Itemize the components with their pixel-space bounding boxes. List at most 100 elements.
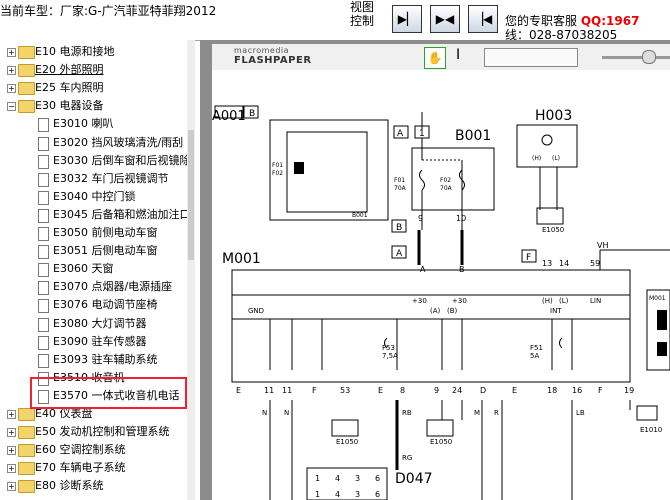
pin-label: 24 bbox=[452, 386, 462, 395]
flashpaper-viewer: macromedia FLASHPAPER ✋ I A001 B F01 F02… bbox=[200, 40, 670, 500]
tree-item[interactable]: + E70 车辆电子系统 bbox=[0, 459, 187, 477]
label-h003: H003 bbox=[535, 108, 572, 124]
tree-item-label: E3020 挡风玻璃清洗/雨刮 bbox=[53, 135, 184, 149]
text-cursor-icon[interactable]: I bbox=[456, 47, 460, 63]
document-icon bbox=[38, 227, 49, 241]
fit-page-button[interactable]: ▶◀ bbox=[430, 5, 460, 33]
tree-item-label: E3040 中控门锁 bbox=[53, 189, 136, 203]
document-icon bbox=[38, 263, 49, 278]
tree-item[interactable]: + E25 车内照明 bbox=[0, 79, 187, 97]
expand-toggle-icon[interactable]: + bbox=[7, 464, 16, 474]
tree-item[interactable]: E3050 前侧电动车窗 bbox=[0, 224, 187, 242]
document-icon bbox=[38, 172, 49, 187]
expand-toggle-icon[interactable]: + bbox=[7, 482, 16, 492]
wiring-diagram-page: A001 B F01 F02 B001 1 A B001 F01 70A F02… bbox=[212, 70, 670, 500]
expand-toggle-icon[interactable]: + bbox=[7, 66, 16, 76]
expand-toggle-icon[interactable]: + bbox=[7, 410, 16, 419]
tree-item[interactable]: − E30 电器设备 bbox=[0, 97, 187, 115]
tree-scroll-thumb[interactable] bbox=[188, 130, 194, 260]
pin-label: 3 bbox=[355, 490, 360, 499]
tree-item[interactable]: E3070 点烟器/电源插座 bbox=[0, 278, 187, 296]
document-icon bbox=[38, 136, 49, 151]
folder-icon bbox=[18, 426, 35, 440]
prev-page-button[interactable]: ▕◀ bbox=[468, 5, 498, 33]
arrow-left-icon: ▕◀ bbox=[473, 12, 493, 26]
arrow-right-icon: ▶▏ bbox=[397, 12, 417, 26]
tree-item[interactable]: + E80 诊断系统 bbox=[0, 477, 187, 495]
pin-label: B bbox=[249, 109, 255, 119]
tree-item[interactable]: E3020 挡风玻璃清洗/雨刮 bbox=[0, 134, 187, 152]
expand-toggle-icon[interactable]: + bbox=[7, 428, 16, 438]
tree-item-label: E3050 前侧电动车窗 bbox=[53, 226, 158, 239]
pin-label: 1 bbox=[315, 474, 320, 483]
expand-toggle-icon[interactable]: − bbox=[7, 102, 16, 112]
expand-toggle-icon[interactable]: + bbox=[7, 446, 16, 456]
tree-item[interactable]: + E60 空调控制系统 bbox=[0, 441, 187, 459]
label-f02-amp: 70A bbox=[440, 185, 453, 192]
label-e1050-top: E1050 bbox=[542, 226, 564, 234]
flashpaper-toolbar: macromedia FLASHPAPER ✋ I bbox=[212, 44, 670, 71]
tree-item[interactable]: E3040 中控门锁 bbox=[0, 188, 187, 206]
folder-icon bbox=[18, 64, 35, 78]
wire-r: R bbox=[494, 409, 499, 417]
pin-label: E bbox=[378, 386, 383, 395]
pin-label: B bbox=[459, 265, 465, 274]
tree-item[interactable]: E3060 天窗 bbox=[0, 260, 187, 278]
tree-item[interactable]: + E10 电源和接地 bbox=[0, 43, 187, 61]
wire-n: N bbox=[262, 409, 267, 417]
pin-label: 53 bbox=[340, 386, 350, 395]
wiring-diagram: A001 B F01 F02 B001 1 A B001 F01 70A F02… bbox=[212, 105, 670, 500]
label-lin: LIN bbox=[590, 297, 601, 305]
tree-item[interactable]: E3051 后侧电动车窗 bbox=[0, 242, 187, 260]
document-icon bbox=[38, 335, 49, 350]
label-h003-l: (L) bbox=[552, 155, 560, 162]
tree-item[interactable]: E3030 后倒车窗和后视镜除 bbox=[0, 152, 191, 170]
tree-item-label: E3010 喇叭 bbox=[53, 117, 114, 131]
pin-label: F bbox=[526, 253, 531, 263]
folder-icon bbox=[18, 82, 35, 96]
hand-tool-icon[interactable]: ✋ bbox=[424, 47, 446, 69]
pin-label: 9 bbox=[418, 214, 423, 223]
tree-scrollbar[interactable] bbox=[187, 40, 195, 500]
label-plus30-a: +30 bbox=[412, 297, 427, 305]
pin-label: 6 bbox=[375, 474, 380, 483]
search-input[interactable] bbox=[484, 48, 578, 67]
pin-label: 4 bbox=[335, 490, 340, 499]
tree-item[interactable]: E3076 电动调节座椅 bbox=[0, 296, 187, 314]
tree-item[interactable]: E3090 驻车传感器 bbox=[0, 333, 187, 351]
tree-item-label: E3045 后备箱和燃油加注口 bbox=[53, 207, 191, 221]
label-f02: F02 bbox=[440, 177, 451, 184]
label-b-paren: (B) bbox=[447, 307, 458, 315]
pin-label: B bbox=[396, 223, 402, 233]
expand-toggle-icon[interactable]: + bbox=[7, 48, 16, 57]
tree-item[interactable]: E3032 车门后视镜调节 bbox=[0, 170, 187, 188]
tree-item-label: E3076 电动调节座椅 bbox=[53, 298, 158, 312]
pin-label: 59 bbox=[590, 259, 600, 268]
tree-item[interactable]: E3093 驻车辅助系统 bbox=[0, 351, 187, 369]
next-page-button[interactable]: ▶▏ bbox=[392, 5, 422, 33]
pin-label: 3 bbox=[355, 474, 360, 483]
wire-rb: RB bbox=[402, 409, 412, 417]
pin-label: 1 bbox=[315, 490, 320, 499]
tree-item[interactable]: E3080 大灯调节器 bbox=[0, 315, 187, 333]
tree-item[interactable]: E3010 喇叭 bbox=[0, 115, 187, 133]
pin-label: 11 bbox=[282, 386, 292, 395]
label-a-paren: (A) bbox=[430, 307, 441, 315]
tree-item[interactable]: E3045 后备箱和燃油加注口 bbox=[0, 206, 191, 224]
label-f01-small: F01 bbox=[272, 162, 283, 169]
tree-item[interactable]: + E50 发动机控制和管理系统 bbox=[0, 423, 187, 441]
label-d047: D047 bbox=[395, 471, 433, 487]
zoom-slider-knob[interactable] bbox=[642, 50, 656, 64]
folder-icon bbox=[18, 408, 35, 421]
tree-item[interactable]: + E20 外部照明 bbox=[0, 61, 187, 79]
label-b001-small: B001 bbox=[352, 212, 368, 219]
pin-label: 9 bbox=[434, 386, 439, 395]
pin-label: 13 bbox=[542, 259, 552, 268]
zoom-slider[interactable] bbox=[602, 56, 670, 59]
pin-label: 1 bbox=[419, 129, 425, 139]
expand-toggle-icon[interactable]: + bbox=[7, 84, 16, 94]
label-f02-small: F02 bbox=[272, 170, 283, 177]
tree-item-label: E3030 后倒车窗和后视镜除 bbox=[53, 153, 191, 167]
label-gnd: GND bbox=[248, 307, 264, 315]
tree-item-label: E3070 点烟器/电源插座 bbox=[53, 280, 173, 294]
